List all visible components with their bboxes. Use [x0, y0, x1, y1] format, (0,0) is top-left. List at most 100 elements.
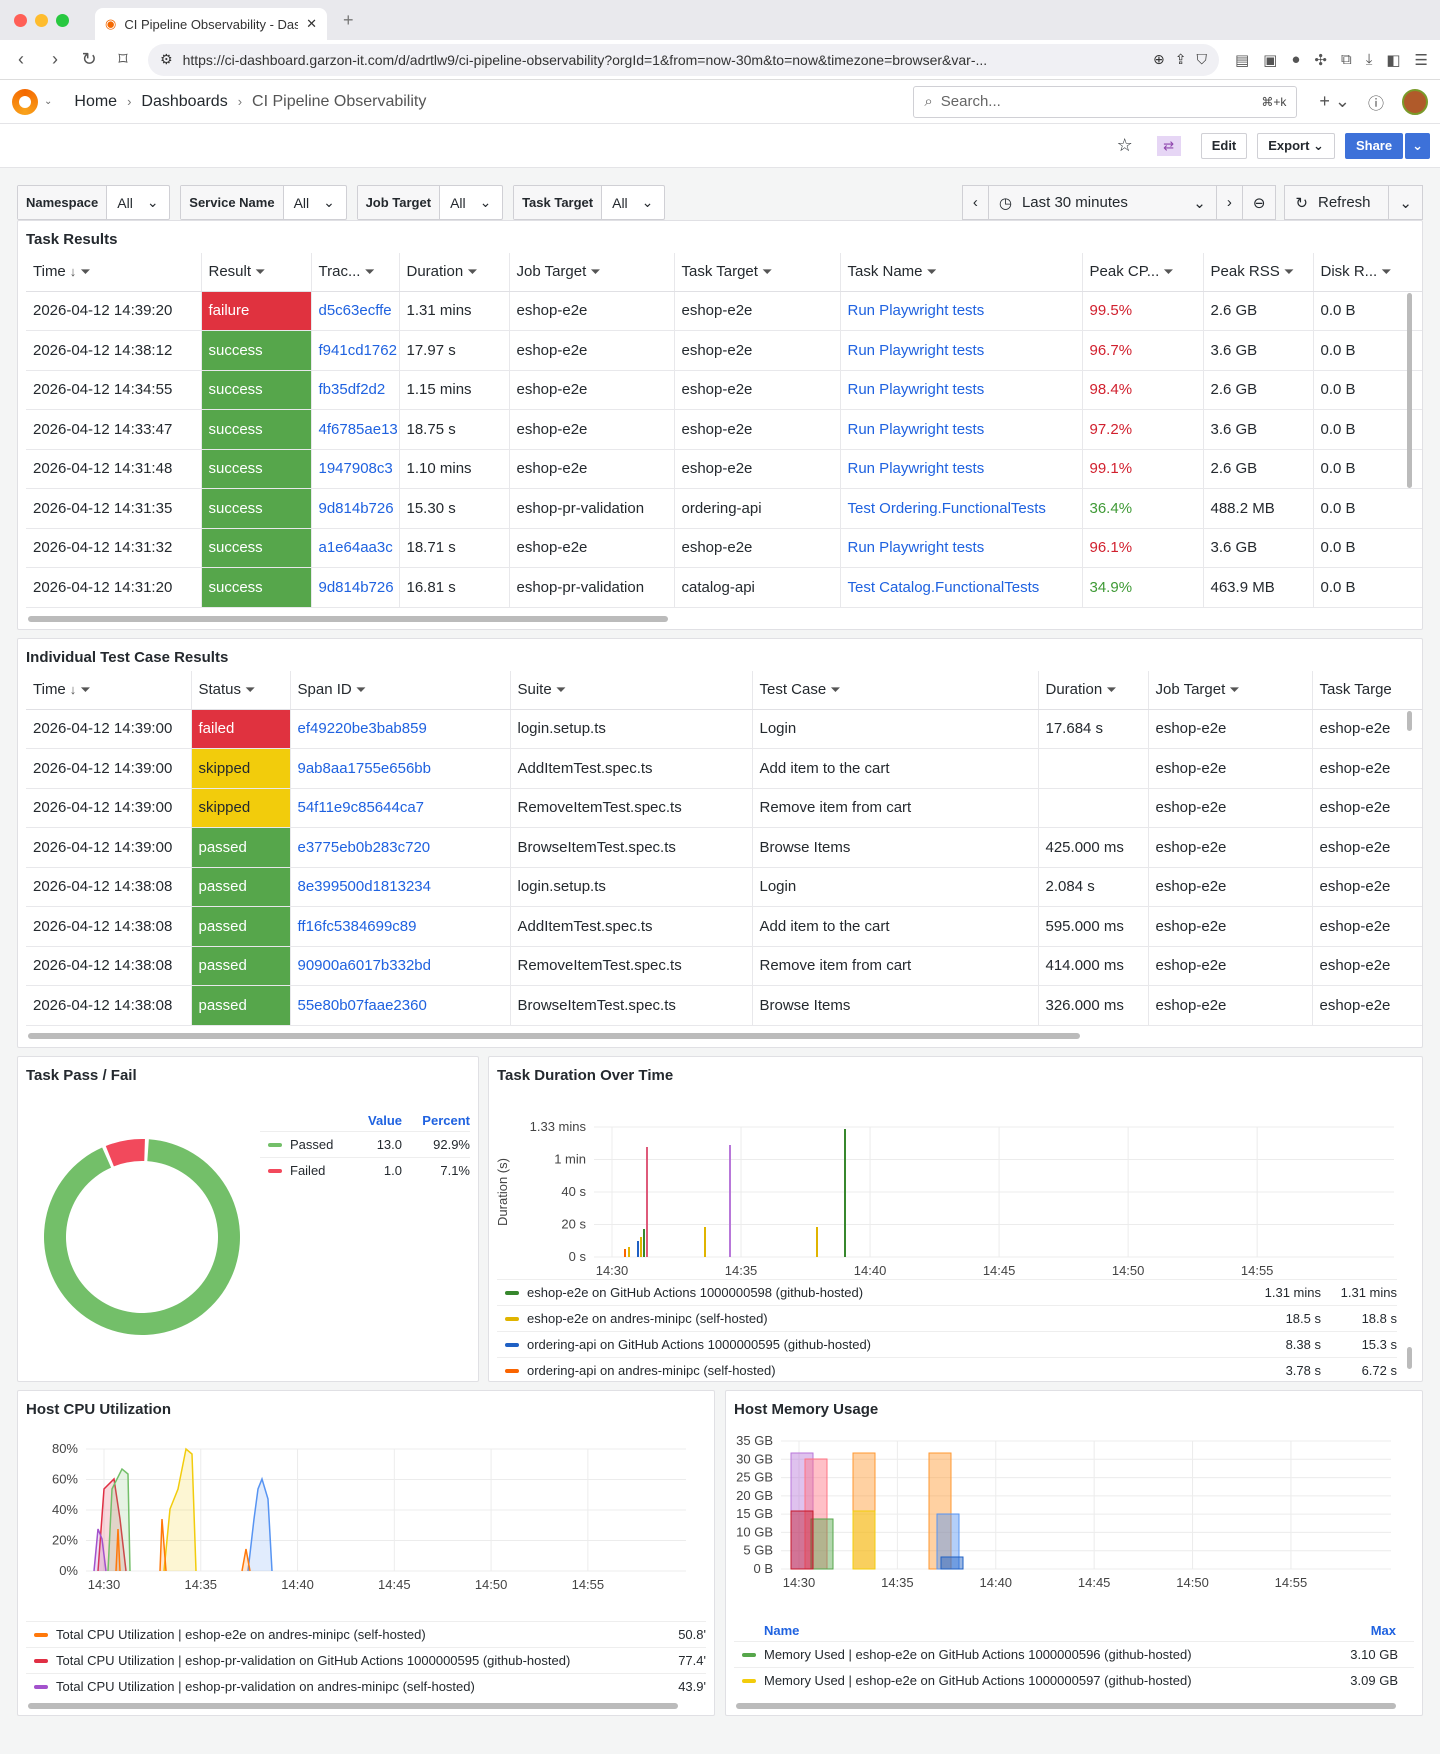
- table-cell[interactable]: fb35df2d2: [310, 370, 399, 410]
- column-header[interactable]: Task Name ⏷: [839, 253, 1082, 292]
- table-row[interactable]: 2026-04-12 14:39:00 skipped 9ab8aa1755e656…: [26, 748, 1422, 789]
- job-target-variable[interactable]: Job Target All ⌄: [356, 185, 504, 220]
- bookmark-icon[interactable]: ⌑: [114, 49, 132, 70]
- table-row[interactable]: 2026-04-12 14:31:32 success a1e64aa3c 18.71…: [26, 528, 1422, 568]
- task-target-select[interactable]: All ⌄: [602, 186, 664, 219]
- namespace-select[interactable]: All ⌄: [107, 186, 169, 219]
- filter-icon[interactable]: ⏷: [830, 682, 840, 697]
- horizontal-scrollbar[interactable]: [28, 1703, 678, 1709]
- column-header[interactable]: Job Target ⏷: [1147, 671, 1312, 710]
- table-row[interactable]: 2026-04-12 14:31:48 success 1947908c3 1.10 …: [26, 449, 1422, 489]
- legend-item[interactable]: eshop-e2e on GitHub Actions 1000000598 (…: [497, 1279, 1397, 1305]
- zoom-icon[interactable]: ⊕: [1153, 51, 1165, 68]
- legend-item[interactable]: Passed 13.0 92.9%: [260, 1131, 470, 1157]
- filter-icon[interactable]: ⏷: [467, 264, 477, 279]
- table-row[interactable]: 2026-04-12 14:39:00 skipped 54f11e9c85644c…: [26, 788, 1422, 828]
- table-row[interactable]: 2026-04-12 14:39:00 passed e3775eb0b283c72…: [26, 827, 1422, 868]
- table-cell[interactable]: f941cd1762: [310, 330, 399, 371]
- vertical-scrollbar[interactable]: [1407, 1347, 1412, 1369]
- table-cell[interactable]: Run Playwright tests: [839, 330, 1082, 371]
- grafana-logo-icon[interactable]: [12, 88, 38, 115]
- legend-col-name[interactable]: Name: [764, 1623, 799, 1638]
- column-header[interactable]: Task Target ⏷: [673, 253, 840, 292]
- zoom-out-button[interactable]: ⊖: [1243, 186, 1276, 219]
- table-cell[interactable]: Run Playwright tests: [839, 528, 1082, 568]
- menu-icon[interactable]: ☰: [1415, 51, 1428, 69]
- filter-icon[interactable]: ⏷: [927, 264, 937, 279]
- table-cell[interactable]: a1e64aa3c: [310, 528, 399, 568]
- legend-col-max[interactable]: Max: [1371, 1623, 1396, 1638]
- table-row[interactable]: 2026-04-12 14:38:08 passed 55e80b07faae236…: [26, 985, 1422, 1026]
- column-header[interactable]: Suite ⏷: [509, 671, 752, 710]
- forward-icon[interactable]: ›: [46, 49, 64, 70]
- edit-button[interactable]: Edit: [1200, 132, 1248, 159]
- filter-icon[interactable]: ⏷: [1381, 264, 1391, 279]
- new-tab-button[interactable]: +: [343, 10, 354, 31]
- legend-item[interactable]: ordering-api on andres-minipc (self-host…: [497, 1357, 1397, 1381]
- column-header[interactable]: Peak CP... ⏷: [1081, 253, 1203, 292]
- download-icon[interactable]: ⤓: [1366, 51, 1373, 69]
- refresh-button[interactable]: ↻ Refresh: [1285, 186, 1390, 219]
- vertical-scrollbar[interactable]: [1407, 293, 1412, 488]
- time-range-button[interactable]: ◷ Last 30 minutes ⌄: [989, 186, 1217, 219]
- table-row[interactable]: 2026-04-12 14:38:08 passed 90900a6017b332b…: [26, 946, 1422, 986]
- legend-item[interactable]: Memory Used | eshop-e2e on GitHub Action…: [734, 1667, 1414, 1693]
- legend-item[interactable]: Failed 1.0 7.1%: [260, 1157, 470, 1183]
- maximize-window-button[interactable]: [56, 13, 69, 27]
- table-row[interactable]: 2026-04-12 14:31:20 success 9d814b726 16.81…: [26, 567, 1422, 608]
- table-cell[interactable]: d5c63ecffe: [310, 291, 399, 331]
- filter-icon[interactable]: ⏷: [1284, 264, 1294, 279]
- sort-desc-icon[interactable]: ↓: [70, 682, 77, 697]
- reader-icon[interactable]: ▤: [1235, 51, 1249, 69]
- namespace-variable[interactable]: Namespace All ⌄: [17, 185, 171, 220]
- job-target-select[interactable]: All ⌄: [440, 186, 502, 219]
- table-cell[interactable]: 4f6785ae13: [310, 409, 399, 450]
- legend-item[interactable]: Total CPU Utilization | eshop-pr-validat…: [26, 1673, 706, 1699]
- table-cell[interactable]: 54f11e9c85644ca7: [289, 788, 510, 828]
- filter-icon[interactable]: ⏷: [255, 264, 265, 279]
- table-cell[interactable]: 9d814b726: [310, 567, 399, 608]
- table-cell[interactable]: 90900a6017b332bd: [289, 946, 510, 986]
- table-row[interactable]: 2026-04-12 14:39:00 failed ef49220be3bab85…: [26, 709, 1422, 749]
- table-row[interactable]: 2026-04-12 14:39:20 failure d5c63ecffe 1.31…: [26, 291, 1422, 331]
- filter-icon[interactable]: ⏷: [80, 264, 90, 279]
- filter-icon[interactable]: ⏷: [80, 682, 90, 697]
- table-cell[interactable]: 8e399500d1813234: [289, 867, 510, 907]
- search-input[interactable]: ⌕ Search... ⌘+k: [913, 85, 1298, 118]
- export-button[interactable]: Export ⌄: [1257, 132, 1335, 159]
- share-button[interactable]: Share: [1344, 132, 1404, 159]
- table-row[interactable]: 2026-04-12 14:34:55 success fb35df2d2 1.15 …: [26, 370, 1422, 410]
- table-cell[interactable]: 1947908c3: [310, 449, 399, 489]
- site-settings-icon[interactable]: ⚙: [160, 51, 173, 68]
- table-cell[interactable]: e3775eb0b283c720: [289, 827, 510, 868]
- table-cell[interactable]: Run Playwright tests: [839, 449, 1082, 489]
- filter-icon[interactable]: ⏷: [556, 682, 566, 697]
- column-header[interactable]: Duration ⏷: [398, 253, 509, 292]
- column-header[interactable]: Task Targe: [1311, 671, 1422, 710]
- column-header[interactable]: Time ↓ ⏷: [26, 671, 191, 710]
- pie-slice-failed[interactable]: [105, 1139, 145, 1167]
- star-icon[interactable]: ☆: [1117, 135, 1133, 156]
- legend-item[interactable]: eshop-e2e on andres-minipc (self-hosted)…: [497, 1305, 1397, 1331]
- service-name-select[interactable]: All ⌄: [284, 186, 346, 219]
- filter-icon[interactable]: ⏷: [590, 264, 600, 279]
- close-tab-icon[interactable]: ✕: [306, 16, 317, 32]
- shield-icon[interactable]: ⛉: [1196, 51, 1207, 68]
- table-cell[interactable]: 9d814b726: [310, 488, 399, 529]
- table-cell[interactable]: 9ab8aa1755e656bb: [289, 748, 510, 789]
- time-forward-button[interactable]: ›: [1217, 186, 1243, 219]
- legend-col-percent[interactable]: Percent: [402, 1113, 470, 1128]
- table-row[interactable]: 2026-04-12 14:38:08 passed 8e399500d181323…: [26, 867, 1422, 907]
- column-header[interactable]: Duration ⏷: [1037, 671, 1148, 710]
- table-cell[interactable]: Run Playwright tests: [839, 409, 1082, 450]
- extension-icon[interactable]: ▣: [1263, 51, 1277, 69]
- legend-item[interactable]: Memory Used | eshop-e2e on GitHub Action…: [734, 1641, 1414, 1667]
- breadcrumb-home[interactable]: Home: [74, 93, 117, 111]
- column-header[interactable]: Status ⏷: [190, 671, 290, 710]
- sidebar-icon[interactable]: ◧: [1386, 51, 1400, 69]
- legend-col-value[interactable]: Value: [342, 1113, 402, 1128]
- table-cell[interactable]: ff16fc5384699c89: [289, 906, 510, 947]
- puzzle-icon[interactable]: ✣: [1314, 51, 1327, 69]
- filter-icon[interactable]: ⏷: [1163, 264, 1173, 279]
- table-row[interactable]: 2026-04-12 14:38:12 success f941cd1762 17.9…: [26, 330, 1422, 371]
